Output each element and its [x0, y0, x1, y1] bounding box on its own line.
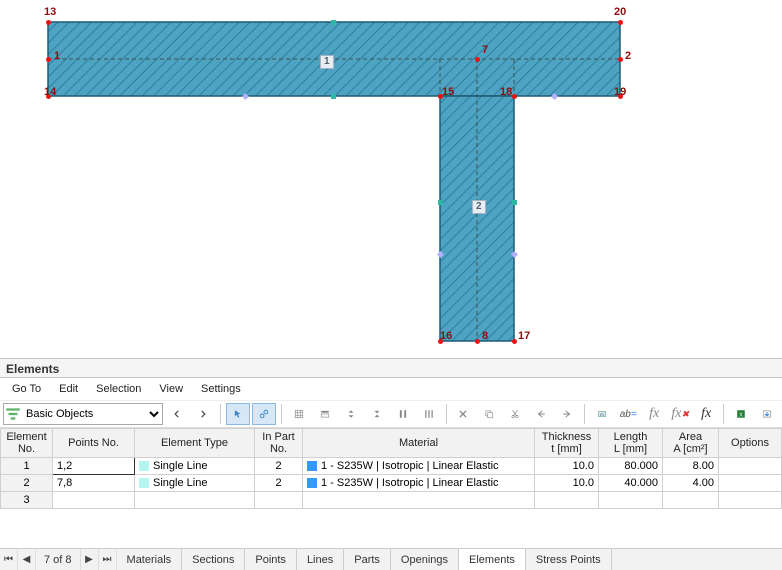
menu-selection[interactable]: Selection: [88, 380, 149, 398]
link-selection-button[interactable]: [252, 403, 276, 425]
nav-last-button[interactable]: ⏭: [99, 549, 117, 570]
node-label-16: 16: [440, 330, 452, 342]
tab-lines[interactable]: Lines: [297, 549, 344, 570]
tab-points[interactable]: Points: [245, 549, 297, 570]
panel-title: Elements: [0, 358, 782, 378]
collapse-all-button[interactable]: [365, 403, 389, 425]
col-points-no[interactable]: Points No.: [53, 429, 135, 458]
tab-openings[interactable]: Openings: [391, 549, 459, 570]
panel-menubar: Go To Edit Selection View Settings: [0, 378, 782, 400]
grid-view-button[interactable]: [287, 403, 311, 425]
table-row[interactable]: 2 7,8 Single Line 2 1 - S235W | Isotropi…: [1, 475, 782, 492]
cell-points[interactable]: 1,2: [53, 458, 135, 475]
material-swatch-icon: [307, 461, 317, 471]
fx-remove-button[interactable]: fx✖: [668, 403, 692, 425]
node-label-18: 18: [500, 86, 512, 98]
export-excel-button[interactable]: X: [729, 403, 753, 425]
edge-handle[interactable]: [438, 200, 443, 205]
node-label-8: 8: [482, 330, 488, 342]
nav-next-tab-button[interactable]: ▶: [81, 549, 99, 570]
edge-handle[interactable]: [331, 20, 336, 25]
node-point[interactable]: [512, 339, 517, 344]
svg-text:m: m: [600, 412, 604, 417]
nav-position-label: 7 of 8: [36, 549, 81, 570]
move-right-button[interactable]: [555, 403, 579, 425]
material-swatch-icon: [307, 478, 317, 488]
delete-row-button[interactable]: [451, 403, 475, 425]
model-viewport[interactable]: 1 2 13 1 14 20 2 19 7 15 18 16 8 17: [0, 0, 782, 358]
fx-edit-button[interactable]: fx: [694, 403, 718, 425]
node-label-1: 1: [54, 50, 60, 62]
table-row[interactable]: 1 1,2 Single Line 2 1 - S235W | Isotropi…: [1, 458, 782, 475]
col-options[interactable]: Options: [719, 429, 782, 458]
type-swatch-icon: [139, 478, 149, 488]
import-table-button[interactable]: [755, 403, 779, 425]
node-point[interactable]: [618, 57, 623, 62]
move-left-button[interactable]: [529, 403, 553, 425]
table-settings-button[interactable]: [313, 403, 337, 425]
node-point[interactable]: [475, 57, 480, 62]
col-length[interactable]: Length L [mm]: [599, 429, 663, 458]
svg-text:X: X: [739, 413, 743, 419]
select-mode-button[interactable]: [226, 403, 250, 425]
node-point[interactable]: [46, 57, 51, 62]
col-area[interactable]: Area A [cm²]: [663, 429, 719, 458]
node-point[interactable]: [475, 339, 480, 344]
edge-handle[interactable]: [331, 94, 336, 99]
tab-strip: ⏮ ◀ 7 of 8 ▶ ⏭ Materials Sections Points…: [0, 548, 782, 570]
node-label-17: 17: [518, 330, 530, 342]
filter-icon: [4, 405, 22, 423]
node-label-7: 7: [482, 44, 488, 56]
col-part-no[interactable]: In Part No.: [255, 429, 303, 458]
menu-view[interactable]: View: [151, 380, 191, 398]
panel-toolbar: Basic Objects m ab= fx fx✖ fx X: [0, 400, 782, 428]
nav-prev-tab-button[interactable]: ◀: [18, 549, 36, 570]
node-label-2: 2: [625, 50, 631, 62]
elements-table[interactable]: Element No. Points No. Element Type In P…: [0, 428, 782, 509]
menu-edit[interactable]: Edit: [51, 380, 86, 398]
element-label-1: 1: [320, 55, 334, 69]
node-label-20: 20: [614, 6, 626, 18]
tab-sections[interactable]: Sections: [182, 549, 245, 570]
tab-parts[interactable]: Parts: [344, 549, 391, 570]
node-label-19: 19: [614, 86, 626, 98]
tab-stress-points[interactable]: Stress Points: [526, 549, 612, 570]
col-thickness[interactable]: Thickness t [mm]: [535, 429, 599, 458]
table-row[interactable]: 3: [1, 492, 782, 509]
menu-goto[interactable]: Go To: [4, 380, 49, 398]
tab-materials[interactable]: Materials: [117, 549, 183, 570]
node-label-13: 13: [44, 6, 56, 18]
node-label-15: 15: [442, 86, 454, 98]
col-element-no[interactable]: Element No.: [1, 429, 53, 458]
element-label-2: 2: [472, 200, 486, 214]
fit-column-button[interactable]: [391, 403, 415, 425]
rename-button[interactable]: ab=: [616, 403, 640, 425]
edge-handle[interactable]: [512, 200, 517, 205]
col-element-type[interactable]: Element Type: [135, 429, 255, 458]
col-material[interactable]: Material: [303, 429, 535, 458]
type-swatch-icon: [139, 461, 149, 471]
nav-prev-button[interactable]: [165, 403, 189, 425]
node-point[interactable]: [512, 94, 517, 99]
expand-all-button[interactable]: [339, 403, 363, 425]
cut-row-button[interactable]: [503, 403, 527, 425]
copy-row-button[interactable]: [477, 403, 501, 425]
nav-next-button[interactable]: [191, 403, 215, 425]
units-button[interactable]: m: [590, 403, 614, 425]
node-point[interactable]: [46, 20, 51, 25]
fit-all-columns-button[interactable]: [417, 403, 441, 425]
fx-insert-button[interactable]: fx: [642, 403, 666, 425]
object-filter-select[interactable]: Basic Objects: [22, 404, 162, 424]
tab-elements[interactable]: Elements: [459, 548, 526, 570]
nav-first-button[interactable]: ⏮: [0, 549, 18, 570]
object-filter-combo[interactable]: Basic Objects: [3, 403, 163, 425]
node-point[interactable]: [618, 20, 623, 25]
node-label-14: 14: [44, 86, 56, 98]
menu-settings[interactable]: Settings: [193, 380, 249, 398]
